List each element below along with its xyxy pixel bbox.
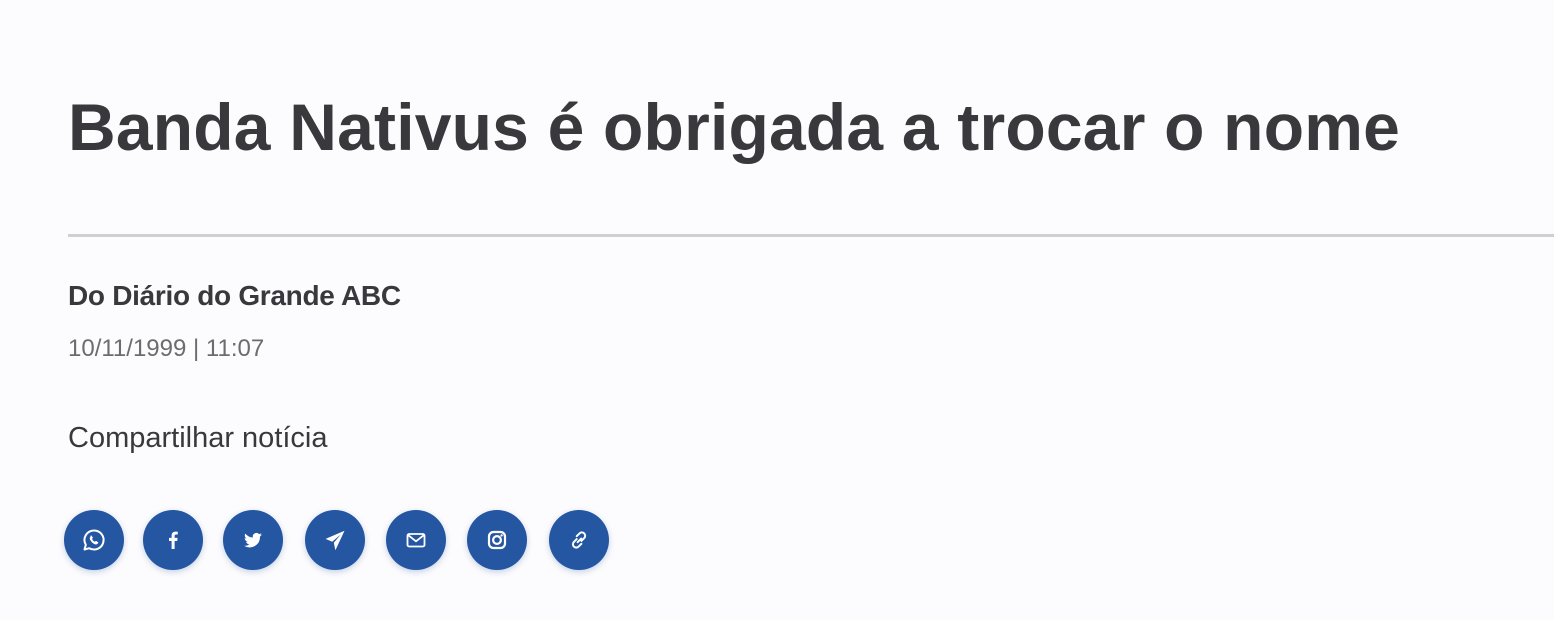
- article-header: Banda Nativus é obrigada a trocar o nome…: [0, 0, 1554, 620]
- twitter-icon: [244, 532, 262, 548]
- share-whatsapp-button[interactable]: [64, 510, 124, 570]
- email-icon: [406, 533, 426, 548]
- facebook-icon: [169, 531, 178, 549]
- telegram-icon: [325, 530, 345, 551]
- instagram-icon: [487, 530, 507, 550]
- share-copy-link-button[interactable]: [549, 510, 609, 570]
- share-instagram-button[interactable]: [467, 510, 527, 570]
- share-email-button[interactable]: [386, 510, 446, 570]
- link-icon: [571, 531, 587, 549]
- headline-divider: [68, 234, 1554, 237]
- share-twitter-button[interactable]: [223, 510, 283, 570]
- article-headline: Banda Nativus é obrigada a trocar o nome: [68, 90, 1400, 164]
- article-datetime: 10/11/1999 | 11:07: [68, 335, 265, 362]
- share-telegram-button[interactable]: [305, 510, 365, 570]
- whatsapp-icon: [83, 529, 105, 551]
- article-source: Do Diário do Grande ABC: [68, 280, 401, 311]
- share-facebook-button[interactable]: [143, 510, 203, 570]
- share-label: Compartilhar notícia: [68, 422, 328, 454]
